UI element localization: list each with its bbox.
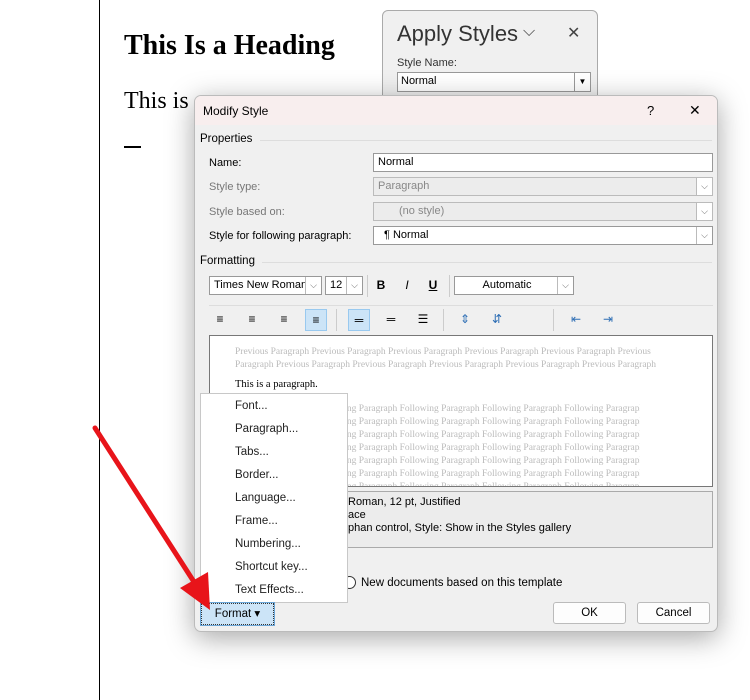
red-arrow-annotation — [92, 425, 210, 610]
arrow-shaft — [92, 425, 199, 588]
arrow-head — [180, 572, 210, 610]
